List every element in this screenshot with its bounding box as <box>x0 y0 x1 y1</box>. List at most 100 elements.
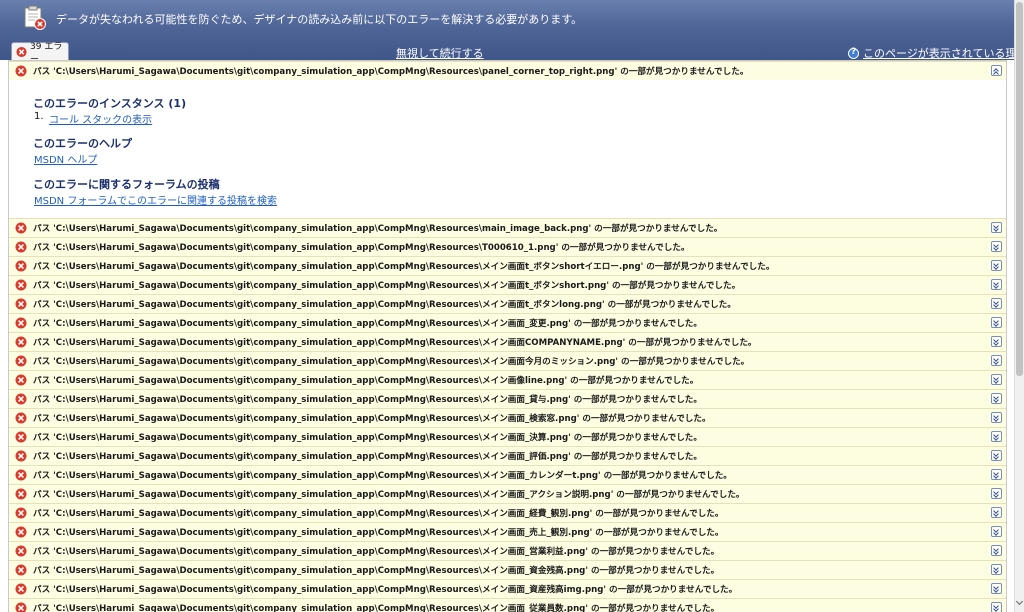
error-row[interactable]: パス 'C:\Users\Harumi_Sagawa\Documents\git… <box>9 408 1006 427</box>
expand-chevron-icon[interactable] <box>991 393 1002 404</box>
error-message: パス 'C:\Users\Harumi_Sagawa\Documents\git… <box>33 300 736 310</box>
expand-chevron-icon[interactable] <box>991 545 1002 556</box>
expand-chevron-icon[interactable] <box>991 412 1002 423</box>
error-row[interactable]: パス 'C:\Users\Harumi_Sagawa\Documents\git… <box>9 389 1006 408</box>
call-stack-link[interactable]: コール スタックの表示 <box>49 111 152 126</box>
error-message: パス 'C:\Users\Harumi_Sagawa\Documents\git… <box>33 414 711 424</box>
error-x-icon <box>15 279 27 291</box>
expand-chevron-icon[interactable] <box>991 583 1002 594</box>
error-row[interactable]: パス 'C:\Users\Harumi_Sagawa\Documents\git… <box>9 332 1006 351</box>
error-row[interactable]: パス 'C:\Users\Harumi_Sagawa\Documents\git… <box>9 427 1006 446</box>
error-list: パス 'C:\Users\Harumi_Sagawa\Documents\git… <box>8 60 1007 612</box>
msdn-forum-search-link[interactable]: MSDN フォーラムでこのエラーに関連する投稿を検索 <box>34 192 277 207</box>
expand-chevron-icon[interactable] <box>991 260 1002 271</box>
scrollbar-thumb[interactable] <box>1016 2 1023 376</box>
error-row-expanded[interactable]: パス 'C:\Users\Harumi_Sagawa\Documents\git… <box>9 61 1006 80</box>
error-row[interactable]: パス 'C:\Users\Harumi_Sagawa\Documents\git… <box>9 313 1006 332</box>
error-row[interactable]: パス 'C:\Users\Harumi_Sagawa\Documents\git… <box>9 484 1006 503</box>
instance-number: 1. <box>34 111 44 122</box>
error-x-icon <box>15 374 27 386</box>
error-x-icon <box>16 46 27 57</box>
expand-chevron-icon[interactable] <box>991 507 1002 518</box>
error-x-icon <box>15 526 27 538</box>
instances-heading: このエラーのインスタンス (1) <box>33 97 187 110</box>
warning-document-icon <box>24 5 46 30</box>
expand-chevron-icon[interactable] <box>991 602 1002 612</box>
error-message: パス 'C:\Users\Harumi_Sagawa\Documents\git… <box>33 471 732 481</box>
error-x-icon <box>15 298 27 310</box>
expand-chevron-icon[interactable] <box>991 488 1002 499</box>
error-row[interactable]: パス 'C:\Users\Harumi_Sagawa\Documents\git… <box>9 370 1006 389</box>
error-message: パス 'C:\Users\Harumi_Sagawa\Documents\git… <box>33 528 724 538</box>
error-x-icon <box>15 355 27 367</box>
expand-chevron-icon[interactable] <box>991 374 1002 385</box>
expand-chevron-icon[interactable] <box>991 450 1002 461</box>
error-row[interactable]: パス 'C:\Users\Harumi_Sagawa\Documents\git… <box>9 465 1006 484</box>
error-row[interactable]: パス 'C:\Users\Harumi_Sagawa\Documents\git… <box>9 294 1006 313</box>
error-row[interactable]: パス 'C:\Users\Harumi_Sagawa\Documents\git… <box>9 218 1006 237</box>
error-message: パス 'C:\Users\Harumi_Sagawa\Documents\git… <box>33 338 757 348</box>
help-icon <box>848 47 859 59</box>
msdn-help-link[interactable]: MSDN ヘルプ <box>34 151 97 166</box>
expand-chevron-icon[interactable] <box>991 241 1002 252</box>
expand-chevron-icon[interactable] <box>991 564 1002 575</box>
error-row[interactable]: パス 'C:\Users\Harumi_Sagawa\Documents\git… <box>9 351 1006 370</box>
error-message: パス 'C:\Users\Harumi_Sagawa\Documents\git… <box>33 433 702 443</box>
error-x-icon <box>15 393 27 405</box>
help-heading: このエラーのヘルプ <box>33 137 132 150</box>
error-message: パス 'C:\Users\Harumi_Sagawa\Documents\git… <box>33 490 745 500</box>
expand-chevron-icon[interactable] <box>991 317 1002 328</box>
error-message: パス 'C:\Users\Harumi_Sagawa\Documents\git… <box>33 395 702 405</box>
error-x-icon <box>15 469 27 481</box>
error-x-icon <box>15 222 27 234</box>
error-row[interactable]: パス 'C:\Users\Harumi_Sagawa\Documents\git… <box>9 598 1006 612</box>
expand-chevron-icon[interactable] <box>991 298 1002 309</box>
error-message: パス 'C:\Users\Harumi_Sagawa\Documents\git… <box>33 566 720 576</box>
expand-chevron-icon[interactable] <box>991 431 1002 442</box>
error-header-bar: データが失なわれる可能性を防ぐため、デザイナの読み込み前に以下のエラーを解決する… <box>0 0 1024 65</box>
expand-chevron-icon[interactable] <box>991 336 1002 347</box>
error-row[interactable]: パス 'C:\Users\Harumi_Sagawa\Documents\git… <box>9 446 1006 465</box>
error-detail-panel: このエラーのインスタンス (1) 1. コール スタックの表示 このエラーのヘル… <box>9 80 1006 216</box>
error-row[interactable]: パス 'C:\Users\Harumi_Sagawa\Documents\git… <box>9 503 1006 522</box>
error-x-icon <box>15 412 27 424</box>
error-row[interactable]: パス 'C:\Users\Harumi_Sagawa\Documents\git… <box>9 541 1006 560</box>
error-row[interactable]: パス 'C:\Users\Harumi_Sagawa\Documents\git… <box>9 522 1006 541</box>
error-x-icon <box>15 241 27 253</box>
expand-chevron-icon[interactable] <box>991 222 1002 233</box>
error-message: パス 'C:\Users\Harumi_Sagawa\Documents\git… <box>33 319 702 329</box>
error-message: パス 'C:\Users\Harumi_Sagawa\Documents\git… <box>33 281 741 291</box>
expand-chevron-icon[interactable] <box>991 355 1002 366</box>
error-message: パス 'C:\Users\Harumi_Sagawa\Documents\git… <box>33 357 750 367</box>
error-x-icon <box>15 488 27 500</box>
why-page-shown-label: このページが表示されている理由 <box>863 47 1024 60</box>
error-row[interactable]: パス 'C:\Users\Harumi_Sagawa\Documents\git… <box>9 237 1006 256</box>
header-message: データが失なわれる可能性を防ぐため、デザイナの読み込み前に以下のエラーを解決する… <box>56 13 583 26</box>
ignore-and-continue-link[interactable]: 無視して続行する <box>396 45 484 61</box>
error-count-tab[interactable]: 39 エラー <box>11 42 69 65</box>
error-x-icon <box>15 507 27 519</box>
why-page-shown-link[interactable]: このページが表示されている理由 <box>848 45 1024 61</box>
forum-heading: このエラーに関するフォーラムの投稿 <box>33 178 220 191</box>
error-x-icon <box>15 336 27 348</box>
scroll-down-arrow[interactable] <box>1015 598 1024 608</box>
error-message: パス 'C:\Users\Harumi_Sagawa\Documents\git… <box>33 509 724 519</box>
expand-chevron-icon[interactable] <box>991 279 1002 290</box>
error-message: パス 'C:\Users\Harumi_Sagawa\Documents\git… <box>33 376 699 386</box>
collapse-chevron-icon[interactable] <box>991 65 1002 76</box>
error-x-icon <box>15 317 27 329</box>
expand-chevron-icon[interactable] <box>991 526 1002 537</box>
error-message: パス 'C:\Users\Harumi_Sagawa\Documents\git… <box>33 452 702 462</box>
error-message: パス 'C:\Users\Harumi_Sagawa\Documents\git… <box>33 604 720 612</box>
expand-chevron-icon[interactable] <box>991 469 1002 480</box>
error-row[interactable]: パス 'C:\Users\Harumi_Sagawa\Documents\git… <box>9 275 1006 294</box>
error-x-icon <box>15 65 27 77</box>
error-message: パス 'C:\Users\Harumi_Sagawa\Documents\git… <box>33 585 738 595</box>
error-x-icon <box>15 583 27 595</box>
error-row[interactable]: パス 'C:\Users\Harumi_Sagawa\Documents\git… <box>9 579 1006 598</box>
error-row[interactable]: パス 'C:\Users\Harumi_Sagawa\Documents\git… <box>9 560 1006 579</box>
error-row[interactable]: パス 'C:\Users\Harumi_Sagawa\Documents\git… <box>9 256 1006 275</box>
error-x-icon <box>15 431 27 443</box>
error-message: パス 'C:\Users\Harumi_Sagawa\Documents\git… <box>33 547 720 557</box>
error-x-icon <box>15 260 27 272</box>
